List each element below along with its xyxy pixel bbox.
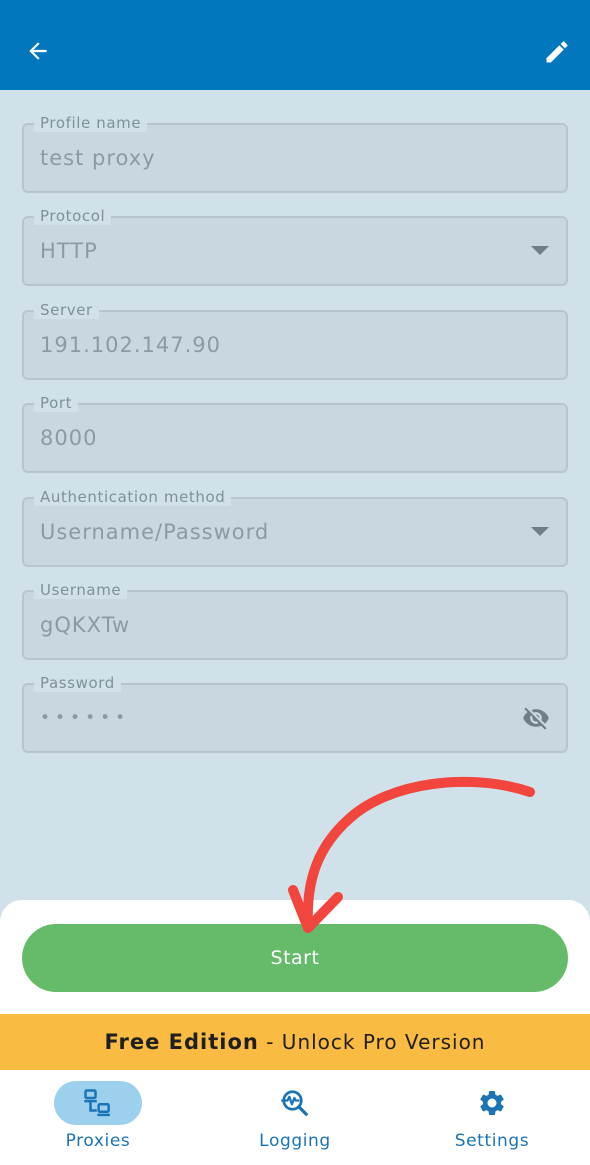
password-value: •••••• — [40, 708, 131, 728]
authentication-method-value: Username/Password — [40, 520, 270, 544]
nav-item-logging[interactable]: Logging — [205, 1070, 385, 1165]
toggle-password-visibility-button[interactable] — [522, 685, 550, 751]
username-field[interactable]: Username gQKXTw — [22, 581, 568, 660]
promo-unlock-text: - Unlock Pro Version — [258, 1030, 486, 1054]
promo-edition-label: Free Edition — [104, 1030, 259, 1054]
dropdown-arrow-icon — [531, 527, 549, 536]
authentication-method-select[interactable]: Authentication method Username/Password — [22, 488, 568, 567]
network-computers-icon — [84, 1089, 110, 1117]
eye-off-icon — [523, 707, 549, 730]
protocol-dropdown[interactable] — [530, 218, 550, 284]
profile-name-field[interactable]: Profile name test proxy — [22, 114, 568, 193]
nav-label-settings: Settings — [454, 1131, 530, 1151]
nav-item-settings[interactable]: Settings — [402, 1070, 582, 1165]
nav-label-proxies: Proxies — [65, 1131, 131, 1151]
gear-icon — [480, 1091, 504, 1115]
protocol-value: HTTP — [40, 239, 98, 263]
authentication-method-dropdown[interactable] — [530, 499, 550, 565]
bottom-navigation: Proxies Logging Settings — [0, 1070, 590, 1165]
search-monitoring-icon — [281, 1090, 308, 1116]
profile-form: Profile name test proxy Protocol HTTP Se… — [0, 90, 590, 920]
start-button[interactable]: Start — [22, 924, 568, 992]
username-value: gQKXTw — [40, 613, 131, 637]
server-field[interactable]: Server 191.102.147.90 — [22, 301, 568, 380]
port-value: 8000 — [40, 426, 98, 450]
back-button[interactable] — [14, 27, 62, 75]
password-field[interactable]: Password •••••• — [22, 674, 568, 753]
dropdown-arrow-icon — [531, 246, 549, 255]
pencil-icon — [546, 41, 568, 63]
arrow-left-icon — [29, 42, 47, 60]
server-value: 191.102.147.90 — [40, 333, 221, 357]
edit-button[interactable] — [533, 28, 581, 76]
app-bar — [0, 0, 590, 90]
nav-active-indicator — [54, 1081, 142, 1125]
profile-name-value: test proxy — [40, 146, 156, 170]
promo-banner[interactable]: Free Edition - Unlock Pro Version — [0, 1014, 590, 1070]
nav-icon-wrap — [448, 1081, 536, 1125]
nav-item-proxies[interactable]: Proxies — [8, 1070, 188, 1165]
protocol-select[interactable]: Protocol HTTP — [22, 207, 568, 286]
nav-label-logging: Logging — [259, 1131, 331, 1151]
nav-icon-wrap — [251, 1081, 339, 1125]
port-field[interactable]: Port 8000 — [22, 394, 568, 473]
